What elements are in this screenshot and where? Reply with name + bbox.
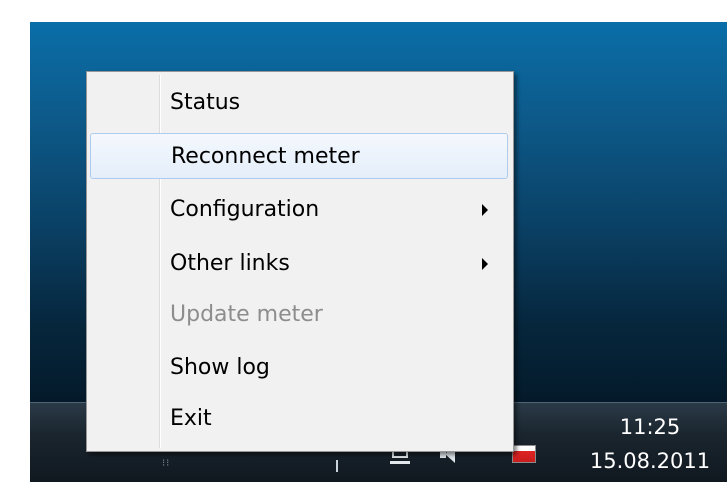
tray-divider	[336, 460, 338, 472]
menu-item-label: Status	[170, 90, 241, 115]
menu-item-exit[interactable]: Exit	[90, 396, 508, 442]
menu-item-reconnect-meter[interactable]: Reconnect meter	[90, 133, 508, 179]
menu-item-configuration[interactable]: Configuration	[90, 187, 508, 233]
menu-item-label: Configuration	[170, 197, 320, 222]
taskbar-grip[interactable]: ⁝⁝	[162, 458, 170, 469]
tray-context-menu: Status Reconnect meter Configuration Oth…	[86, 71, 514, 452]
menu-item-label: Reconnect meter	[171, 144, 360, 169]
clock-date: 15.08.2011	[589, 449, 711, 473]
menu-item-label: Exit	[170, 406, 212, 431]
submenu-arrow-icon	[482, 258, 488, 270]
submenu-arrow-icon	[482, 204, 488, 216]
menu-item-show-log[interactable]: Show log	[90, 345, 508, 391]
menu-item-label: Update meter	[170, 302, 323, 327]
menu-item-status[interactable]: Status	[90, 80, 508, 126]
screen: ⁝⁝ 11:25 15.08.2011 Status Reconnect met…	[0, 0, 727, 482]
clock-time: 11:25	[619, 415, 681, 439]
menu-item-other-links[interactable]: Other links	[90, 241, 508, 287]
menu-item-label: Show log	[170, 355, 270, 380]
menu-item-label: Other links	[170, 251, 290, 276]
taskbar-clock[interactable]: 11:25 15.08.2011	[580, 412, 720, 480]
menu-item-update-meter: Update meter	[90, 292, 508, 338]
